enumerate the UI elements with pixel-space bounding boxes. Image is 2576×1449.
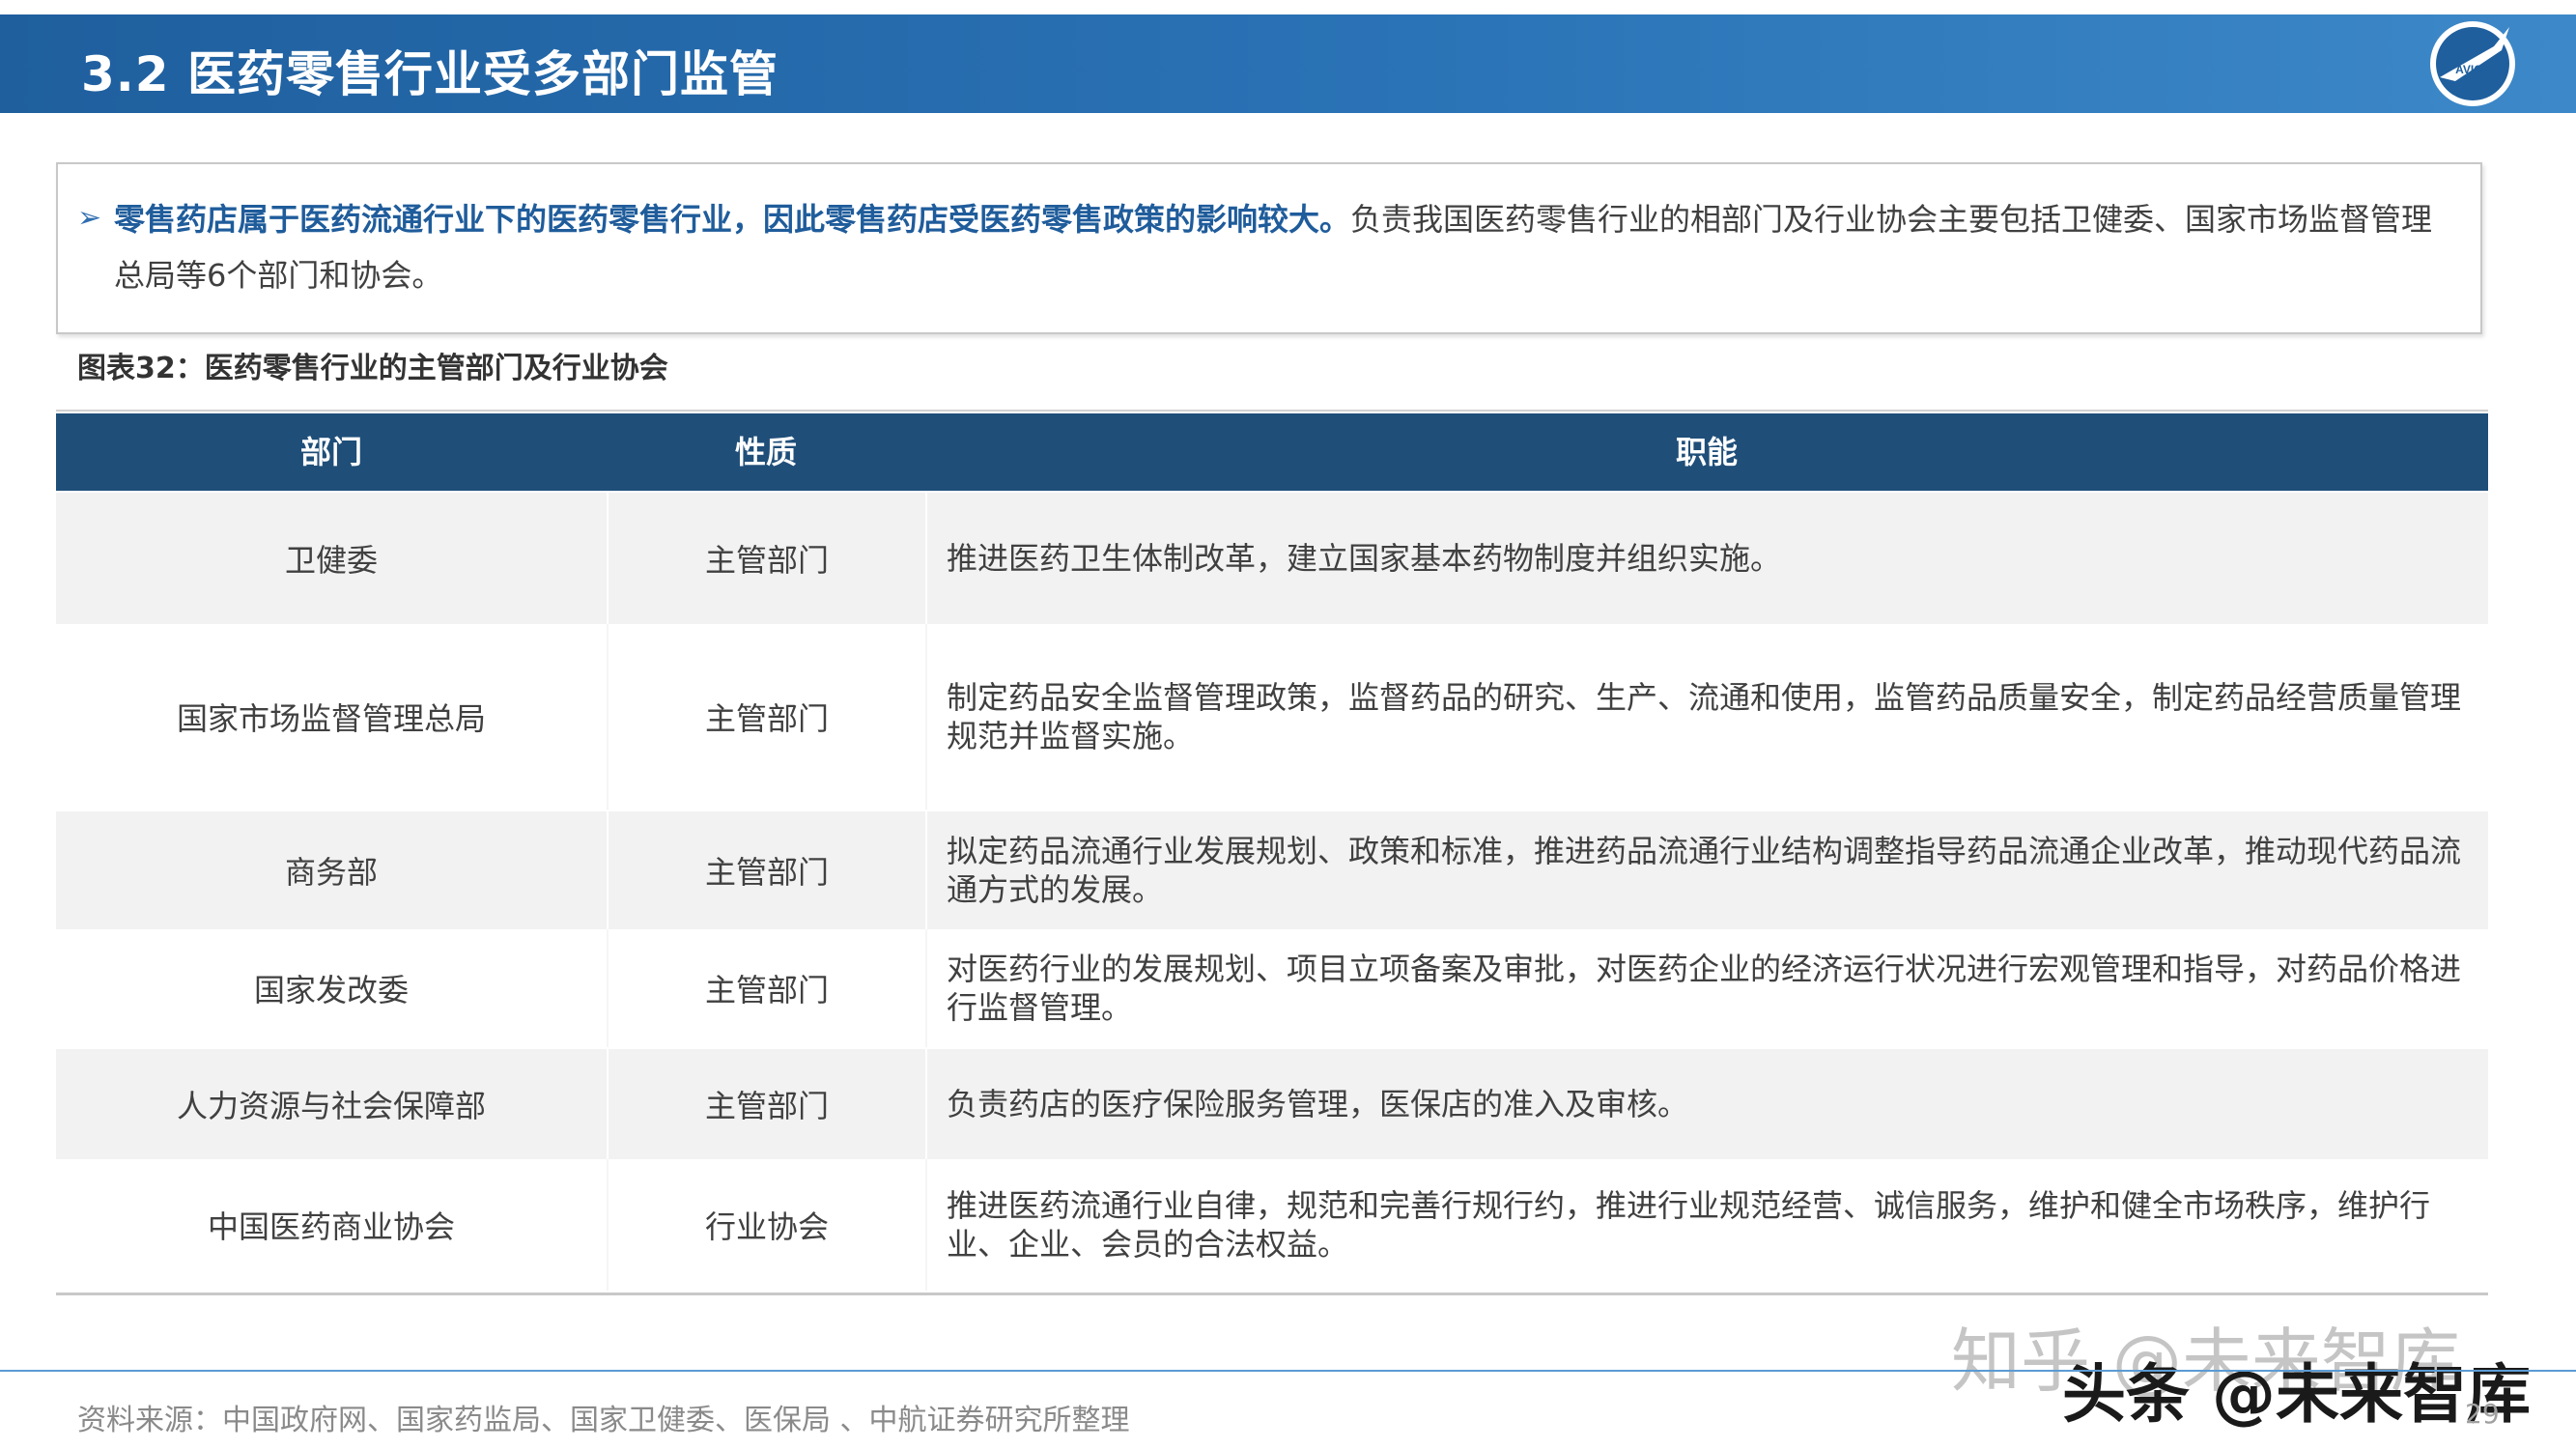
table-row: 国家发改委 主管部门 对医药行业的发展规划、项目立项备案及审批，对医药企业的经济…: [56, 929, 2488, 1047]
cell-dept: 中国医药商业协会: [207, 1208, 455, 1245]
table-row: 人力资源与社会保障部 主管部门 负责药店的医疗保险服务管理，医保店的准入及审核。: [56, 1049, 2488, 1159]
avic-logo-icon: AVIC: [2430, 21, 2515, 106]
cell-duty: 负责药店的医疗保险服务管理，医保店的准入及审核。: [925, 1049, 2488, 1159]
source-note: 资料来源：中国政府网、国家药监局、国家卫健委、医保局 、中航证券研究所整理: [77, 1404, 1130, 1437]
cell-dept: 商务部: [284, 854, 378, 891]
footer-divider: [0, 1370, 2576, 1372]
cell-dept: 国家市场监督管理总局: [176, 700, 486, 737]
table-top-rule: [56, 410, 2488, 412]
cell-type: 主管部门: [607, 929, 925, 1047]
intro-highlight: 零售药店属于医药流通行业下的医药零售行业，因此零售药店受医药零售政策的影响较大。: [114, 201, 1351, 238]
cell-duty: 制定药品安全监督管理政策，监督药品的研究、生产、流通和使用，监管药品质量安全，制…: [925, 624, 2488, 810]
header-duty: 职能: [1675, 434, 1738, 470]
table-header: 部门 性质 职能: [56, 413, 2488, 491]
cell-duty: 拟定药品流通行业发展规划、政策和标准，推进药品流通行业结构调整指导药品流通企业改…: [925, 811, 2488, 929]
table-caption: 图表32：医药零售行业的主管部门及行业协会: [77, 352, 668, 385]
page-number: 29: [2465, 1398, 2500, 1430]
table-row: 卫健委 主管部门 推进医药卫生体制改革，建立国家基本药物制度并组织实施。: [56, 493, 2488, 624]
cell-dept: 国家发改委: [253, 972, 409, 1009]
cell-type: 主管部门: [607, 493, 925, 624]
table-row: 国家市场监督管理总局 主管部门 制定药品安全监督管理政策，监督药品的研究、生产、…: [56, 624, 2488, 810]
cell-duty: 推进医药卫生体制改革，建立国家基本药物制度并组织实施。: [925, 493, 2488, 624]
cell-type: 行业协会: [607, 1159, 925, 1291]
cell-type: 主管部门: [607, 624, 925, 810]
table-row: 中国医药商业协会 行业协会 推进医药流通行业自律，规范和完善行规行约，推进行业规…: [56, 1159, 2488, 1291]
intro-box: ➢ 零售药店属于医药流通行业下的医药零售行业，因此零售药店受医药零售政策的影响较…: [56, 162, 2482, 334]
watermark-toutiao: 头条 @未来智库: [2062, 1357, 2531, 1432]
header-type: 性质: [734, 434, 797, 470]
header-bar: 3.2 医药零售行业受多部门监管: [0, 14, 2576, 113]
bullet-arrow-icon: ➢: [77, 201, 102, 235]
cell-type: 主管部门: [607, 1049, 925, 1159]
cell-type: 主管部门: [607, 811, 925, 929]
page-title: 3.2 医药零售行业受多部门监管: [81, 46, 778, 102]
table-row: 商务部 主管部门 拟定药品流通行业发展规划、政策和标准，推进药品流通行业结构调整…: [56, 811, 2488, 929]
header-dept: 部门: [299, 434, 362, 470]
svg-text:AVIC: AVIC: [2455, 63, 2482, 76]
cell-duty: 推进医药流通行业自律，规范和完善行规行约，推进行业规范经营、诚信服务，维护和健全…: [925, 1159, 2488, 1291]
cell-dept: 人力资源与社会保障部: [176, 1088, 486, 1124]
intro-text: 零售药店属于医药流通行业下的医药零售行业，因此零售药店受医药零售政策的影响较大。…: [114, 191, 2451, 303]
table-bottom-rule: [56, 1293, 2488, 1295]
cell-duty: 对医药行业的发展规划、项目立项备案及审批，对医药企业的经济运行状况进行宏观管理和…: [925, 929, 2488, 1047]
cell-dept: 卫健委: [284, 542, 378, 579]
